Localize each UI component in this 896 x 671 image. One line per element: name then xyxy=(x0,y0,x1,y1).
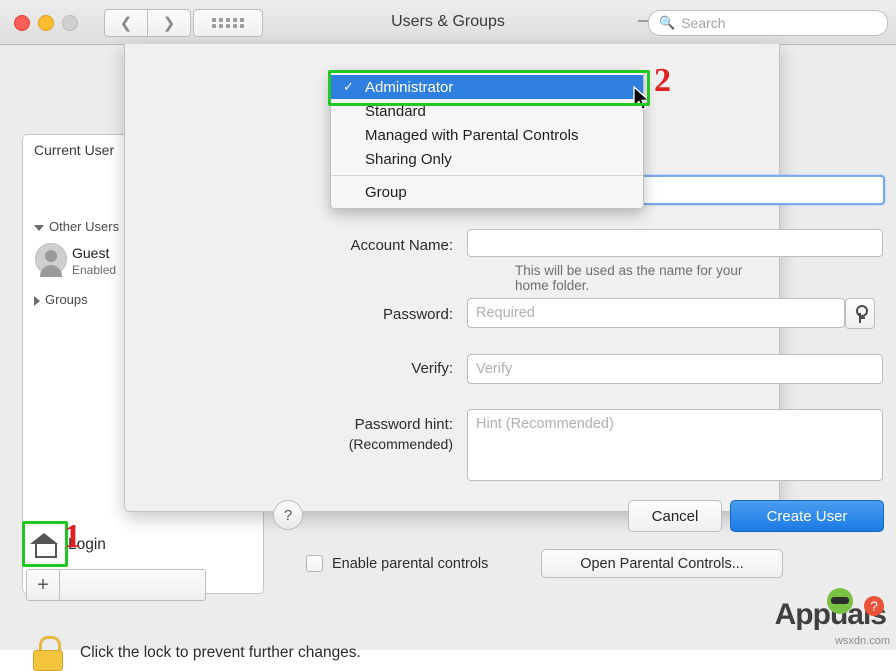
disclosure-triangle-right-icon[interactable] xyxy=(34,295,40,306)
other-users-group[interactable]: Other Users xyxy=(34,219,119,234)
account-name-note: This will be used as the name for your h… xyxy=(515,263,743,293)
password-hint-input[interactable]: Hint (Recommended) xyxy=(467,409,883,481)
highlight-box-add-user xyxy=(22,521,68,567)
annotation-step-2: 2 xyxy=(654,62,671,99)
highlight-box-administrator xyxy=(328,70,650,106)
create-user-button[interactable]: Create User xyxy=(730,500,884,532)
account-name-label: Account Name: xyxy=(350,237,453,254)
menu-item-group[interactable]: Group xyxy=(331,180,643,204)
add-user-button[interactable]: + xyxy=(26,569,60,601)
annotation-step-1: 1 xyxy=(64,518,81,555)
search-icon: 🔍 xyxy=(659,15,676,30)
appuals-watermark: Appuals ? xyxy=(775,588,887,632)
menu-item-managed-with-parental-controls[interactable]: Managed with Parental Controls xyxy=(331,123,643,147)
users-and-groups-window: Current User Other Users Guest Enabled G… xyxy=(0,0,896,671)
menu-item-label: Sharing Only xyxy=(365,150,452,168)
password-input[interactable]: Required xyxy=(467,298,845,328)
groups-group[interactable]: Groups xyxy=(34,292,88,307)
guest-user-status: Enabled xyxy=(72,263,117,277)
search-field[interactable]: 🔍 Search xyxy=(648,10,888,36)
menu-item-label: Group xyxy=(365,183,407,201)
question-badge-icon: ? xyxy=(864,596,884,616)
verify-label-row: Verify: xyxy=(221,360,453,377)
account-name-label-row: Account Name: xyxy=(221,237,453,254)
guest-avatar xyxy=(35,243,67,277)
current-user-header: Current User xyxy=(34,142,115,158)
menu-separator xyxy=(331,175,643,176)
lock-icon[interactable] xyxy=(32,636,63,671)
password-hint-label: Password hint: xyxy=(354,416,453,433)
password-hint-label-row: Password hint: xyxy=(221,416,453,433)
verify-input[interactable]: Verify xyxy=(467,354,883,384)
open-parental-controls-button[interactable]: Open Parental Controls... xyxy=(541,549,783,578)
lock-message: Click the lock to prevent further change… xyxy=(80,644,361,661)
search-placeholder: Search xyxy=(681,15,726,31)
cancel-button[interactable]: Cancel xyxy=(628,500,722,532)
parental-controls-checkbox[interactable] xyxy=(306,555,323,572)
password-label-row: Password: xyxy=(221,306,453,323)
password-hint-sub-label: (Recommended) xyxy=(348,436,453,452)
appuals-logo-icon xyxy=(826,588,853,614)
key-icon xyxy=(855,304,868,323)
password-assistant-button[interactable] xyxy=(845,298,875,329)
remove-user-bar[interactable] xyxy=(58,569,206,601)
account-name-input[interactable] xyxy=(467,229,883,257)
menu-item-label: Managed with Parental Controls xyxy=(365,126,579,144)
parental-controls-label: Enable parental controls xyxy=(332,555,489,572)
password-label: Password: xyxy=(382,306,453,323)
password-hint-sub-label-row: (Recommended) xyxy=(221,436,453,452)
window-titlebar: ❮ ❯ Users & Groups 🔍 Search xyxy=(0,0,896,45)
disclosure-triangle-down-icon[interactable] xyxy=(34,224,44,231)
menu-item-sharing-only[interactable]: Sharing Only xyxy=(331,147,643,171)
enable-parental-controls-row[interactable]: Enable parental controls xyxy=(306,555,488,572)
site-watermark: wsxdn.com xyxy=(834,635,890,647)
verify-label: Verify: xyxy=(411,360,453,377)
help-button[interactable]: ? xyxy=(273,500,303,530)
guest-user-name[interactable]: Guest xyxy=(72,245,109,261)
lock-row[interactable]: Click the lock to prevent further change… xyxy=(32,636,361,671)
